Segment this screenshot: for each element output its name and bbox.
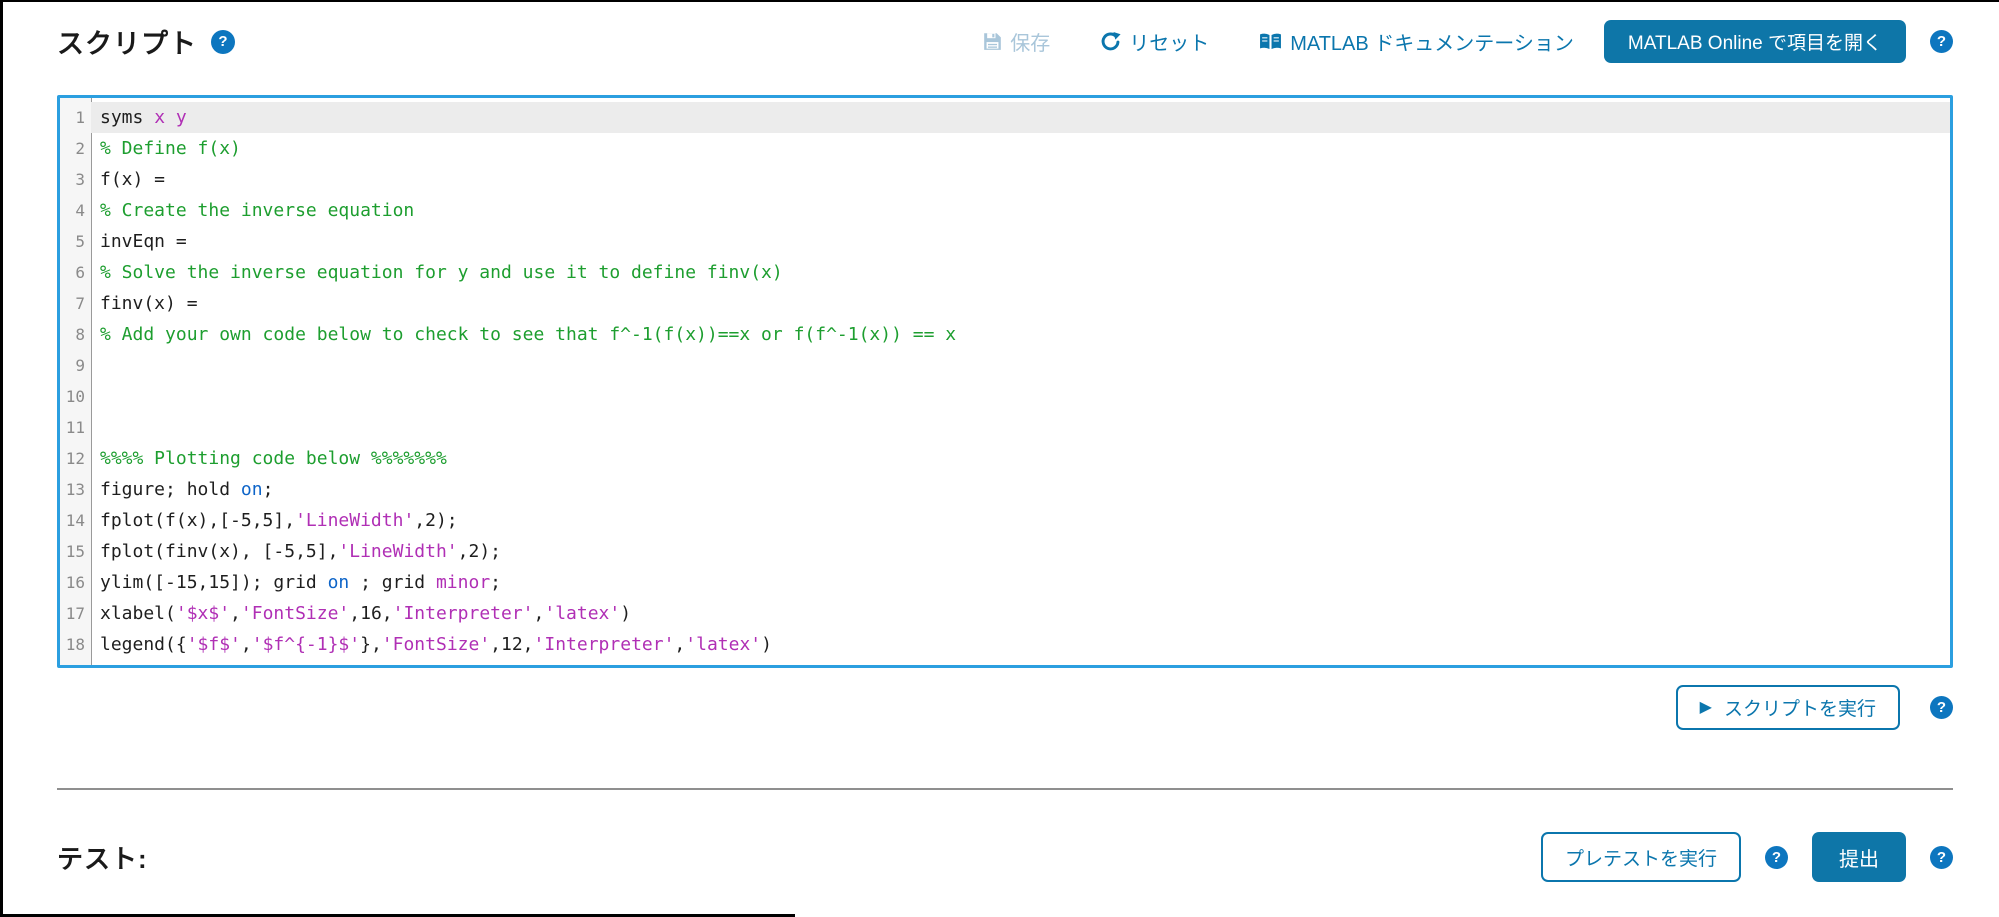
code-line[interactable]: 9 [60,350,1950,381]
save-label: 保存 [1010,27,1050,56]
line-number: 14 [60,505,91,536]
line-number: 15 [60,536,91,567]
line-number: 16 [60,567,91,598]
toolbar: 保存 リセット MATLAB ドキュメンテーション [983,27,1574,56]
line-number: 2 [60,133,91,164]
matlab-documentation-link[interactable]: MATLAB ドキュメンテーション [1259,27,1574,56]
line-number: 8 [60,319,91,350]
code-text: legend({'$f$','$f^{-1}$'},'FontSize',12,… [91,629,1950,660]
run-script-label: スクリプトを実行 [1724,694,1876,721]
save-button[interactable]: 保存 [983,27,1050,56]
pretest-help-icon[interactable]: ? [1765,846,1788,869]
line-number: 4 [60,195,91,226]
open-matlab-online-button[interactable]: MATLAB Online で項目を開く [1604,20,1906,63]
line-number: 10 [60,381,91,412]
section-divider [57,788,1953,790]
code-text: %%%% Plotting code below %%%%%%% [91,443,1950,474]
refresh-icon [1100,31,1121,52]
code-line[interactable]: 4% Create the inverse equation [60,195,1950,226]
code-text: f(x) = [91,164,1950,195]
run-script-row: ▶ スクリプトを実行 ? [57,685,1953,730]
code-line[interactable]: 17xlabel('$x$','FontSize',16,'Interprete… [60,598,1950,629]
submit-help-icon[interactable]: ? [1930,846,1953,869]
floppy-disk-icon [983,32,1002,51]
header: スクリプト ? 保存 リセット MATLAB ドキュメンテーション [57,20,1953,63]
run-pretest-button[interactable]: プレテストを実行 [1541,832,1741,882]
code-line[interactable]: 15fplot(finv(x), [-5,5],'LineWidth',2); [60,536,1950,567]
line-number: 12 [60,443,91,474]
reset-label: リセット [1129,27,1209,56]
code-line[interactable]: 13figure; hold on; [60,474,1950,505]
open-online-help-icon[interactable]: ? [1930,30,1953,53]
code-text: % Solve the inverse equation for y and u… [91,257,1950,288]
code-text: fplot(finv(x), [-5,5],'LineWidth',2); [91,536,1950,567]
play-icon: ▶ [1700,700,1712,716]
script-help-icon[interactable]: ? [211,30,235,54]
code-line[interactable]: 3f(x) = [60,164,1950,195]
run-script-button[interactable]: ▶ スクリプトを実行 [1676,685,1900,730]
code-text: xlabel('$x$','FontSize',16,'Interpreter'… [91,598,1950,629]
content-frame: スクリプト ? 保存 リセット MATLAB ドキュメンテーション [3,2,1999,882]
code-line[interactable]: 1syms x y [60,102,1950,133]
code-lines: 1syms x y2% Define f(x)3f(x) =4% Create … [60,102,1950,660]
code-line[interactable]: 6% Solve the inverse equation for y and … [60,257,1950,288]
line-number: 5 [60,226,91,257]
code-text: % Define f(x) [91,133,1950,164]
code-text [91,381,1950,412]
code-line[interactable]: 5invEqn = [60,226,1950,257]
code-line[interactable]: 18legend({'$f$','$f^{-1}$'},'FontSize',1… [60,629,1950,660]
line-number: 9 [60,350,91,381]
code-text: % Add your own code below to check to se… [91,319,1950,350]
code-text [91,350,1950,381]
code-line[interactable]: 11 [60,412,1950,443]
line-number: 11 [60,412,91,443]
code-editor[interactable]: 1syms x y2% Define f(x)3f(x) =4% Create … [57,95,1953,668]
run-script-help-icon[interactable]: ? [1930,696,1953,719]
line-number: 1 [60,102,91,133]
line-number: 3 [60,164,91,195]
line-number: 6 [60,257,91,288]
line-number: 13 [60,474,91,505]
code-text: ylim([-15,15]); grid on ; grid minor; [91,567,1950,598]
page: { "header": { "title": "スクリプト", "toolbar… [0,0,1999,917]
line-number: 7 [60,288,91,319]
test-section: テスト: プレテストを実行 ? 提出 ? [57,832,1953,882]
documentation-label: MATLAB ドキュメンテーション [1290,27,1574,56]
book-icon [1259,32,1282,51]
line-number: 18 [60,629,91,660]
line-number: 17 [60,598,91,629]
reset-button[interactable]: リセット [1100,27,1209,56]
code-text: figure; hold on; [91,474,1950,505]
code-line[interactable]: 10 [60,381,1950,412]
code-text: invEqn = [91,226,1950,257]
submit-button[interactable]: 提出 [1812,832,1906,882]
code-text [91,412,1950,443]
test-heading: テスト: [57,839,148,876]
code-line[interactable]: 12%%%% Plotting code below %%%%%%% [60,443,1950,474]
code-line[interactable]: 8% Add your own code below to check to s… [60,319,1950,350]
code-line[interactable]: 7finv(x) = [60,288,1950,319]
page-title: スクリプト [57,22,197,61]
code-line[interactable]: 14fplot(f(x),[-5,5],'LineWidth',2); [60,505,1950,536]
code-line[interactable]: 16ylim([-15,15]); grid on ; grid minor; [60,567,1950,598]
test-actions: プレテストを実行 ? 提出 ? [1541,832,1953,882]
code-text: % Create the inverse equation [91,195,1950,226]
code-text: finv(x) = [91,288,1950,319]
code-text: syms x y [91,102,1950,133]
code-line[interactable]: 2% Define f(x) [60,133,1950,164]
code-text: fplot(f(x),[-5,5],'LineWidth',2); [91,505,1950,536]
